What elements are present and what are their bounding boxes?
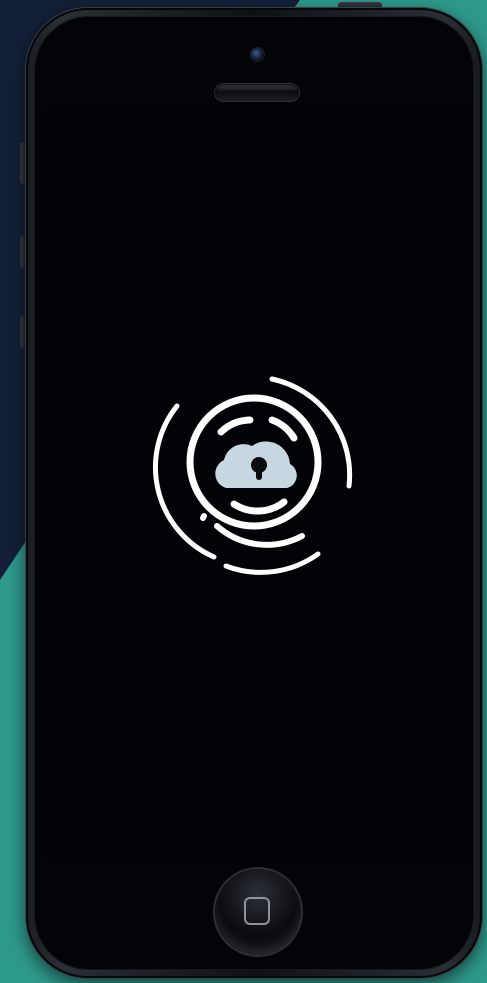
outer-ring-arc — [223, 551, 321, 575]
middle-ring-arc — [200, 513, 207, 521]
home-button-square-icon — [244, 897, 270, 925]
inner-ring-arc — [230, 498, 288, 515]
inner-ring-arc — [217, 416, 254, 436]
earpiece-speaker — [215, 84, 299, 101]
inner-ring-arc — [268, 416, 298, 442]
front-camera — [251, 48, 264, 61]
home-button[interactable] — [215, 869, 301, 955]
cloud-lock-icon[interactable] — [144, 366, 364, 586]
outer-ring-arc — [152, 403, 217, 560]
